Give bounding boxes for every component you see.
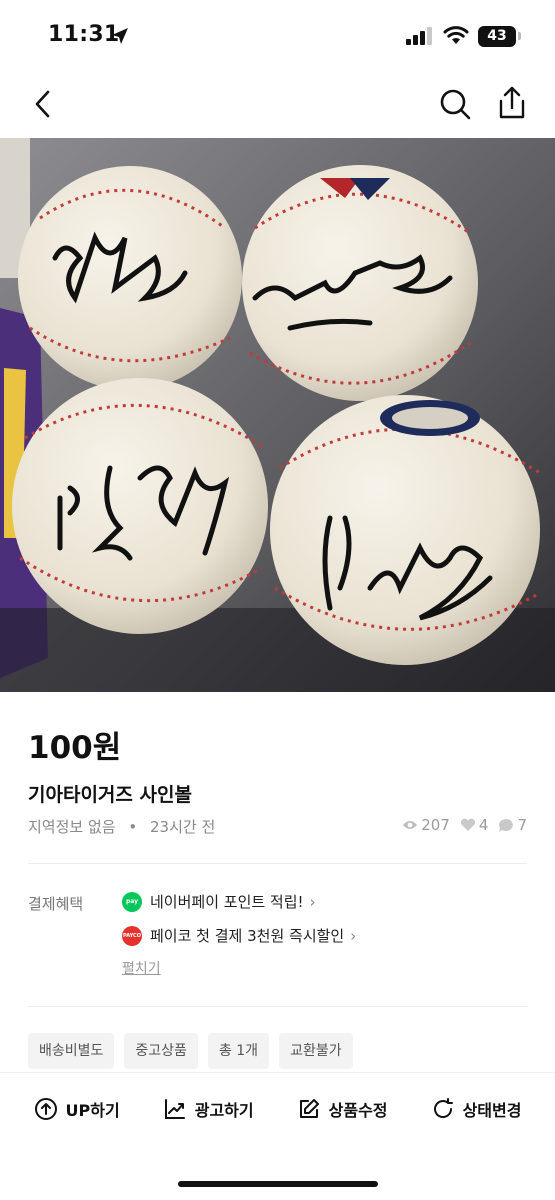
location-arrow-icon	[112, 28, 128, 44]
location-text: 지역정보 없음	[28, 818, 116, 836]
bottom-action-bar: UP하기 광고하기 상품수정 상태변경	[0, 1072, 555, 1200]
chart-line-icon	[164, 1099, 185, 1119]
change-status-button[interactable]: 상태변경	[431, 1097, 522, 1121]
nav-bar	[0, 72, 555, 136]
share-icon[interactable]	[495, 84, 529, 122]
product-price: 100원	[28, 730, 122, 766]
advertise-button[interactable]: 광고하기	[163, 1097, 254, 1121]
tag-exchange: 교환불가	[279, 1033, 353, 1069]
change-status-label: 상태변경	[462, 1101, 522, 1120]
back-chevron-icon[interactable]	[28, 86, 60, 122]
benefit-payco[interactable]: PAYCO 페이코 첫 결제 3천원 즉시할인 ›	[122, 925, 356, 946]
product-title: 기아타이거즈 사인볼	[28, 784, 192, 806]
edit-product-label: 상품수정	[328, 1101, 388, 1120]
product-tags: 배송비별도 중고상품 총 1개 교환불가	[28, 1033, 353, 1069]
benefit-text: 네이버페이 포인트 적립!	[150, 893, 304, 911]
status-bar: 11:31 43	[0, 0, 555, 72]
cellular-signal-icon	[406, 27, 434, 45]
meta-separator: •	[128, 818, 138, 836]
heart-icon	[460, 818, 475, 831]
up-label: UP하기	[65, 1101, 120, 1120]
up-button[interactable]: UP하기	[34, 1097, 120, 1121]
tag-condition: 중고상품	[124, 1033, 198, 1069]
views-stat: 207	[402, 816, 450, 834]
chevron-right-icon: ›	[309, 892, 316, 911]
eye-icon	[403, 821, 418, 829]
edit-product-button[interactable]: 상품수정	[297, 1097, 388, 1121]
chevron-right-icon: ›	[350, 926, 357, 945]
wifi-icon	[443, 26, 469, 44]
divider	[28, 863, 527, 864]
edit-icon	[299, 1099, 319, 1118]
product-meta: 지역정보 없음 • 23시간 전	[28, 816, 215, 837]
chats-count: 7	[517, 816, 527, 834]
chat-bubble-icon	[499, 818, 514, 832]
likes-count: 4	[478, 816, 489, 834]
payment-benefit-label: 결제혜택	[28, 895, 84, 913]
refresh-icon	[433, 1098, 453, 1118]
home-indicator	[178, 1181, 378, 1187]
naverpay-logo-icon: pay	[122, 891, 142, 912]
tag-quantity: 총 1개	[207, 1033, 270, 1069]
likes-stat: 4	[460, 816, 489, 834]
expand-link[interactable]: 펼치기	[122, 958, 161, 978]
arrow-up-circle-icon	[34, 1098, 57, 1120]
views-count: 207	[421, 816, 450, 834]
advertise-label: 광고하기	[194, 1101, 254, 1120]
chats-stat: 7	[498, 816, 527, 834]
posted-time: 23시간 전	[150, 818, 216, 836]
benefit-text: 페이코 첫 결제 3천원 즉시할인	[150, 927, 345, 945]
product-stats: 207 4 7	[396, 816, 527, 834]
battery-tip	[518, 32, 521, 40]
product-image[interactable]	[0, 138, 555, 692]
search-icon[interactable]	[437, 86, 473, 122]
payco-logo-icon: PAYCO	[122, 925, 142, 946]
battery-icon: 43	[478, 26, 516, 47]
tag-shipping: 배송비별도	[28, 1033, 115, 1069]
benefit-naverpay[interactable]: pay 네이버페이 포인트 적립! ›	[122, 891, 316, 912]
divider	[28, 1006, 527, 1007]
status-time: 11:31	[48, 22, 120, 47]
signed-baseballs-photo	[0, 138, 555, 692]
